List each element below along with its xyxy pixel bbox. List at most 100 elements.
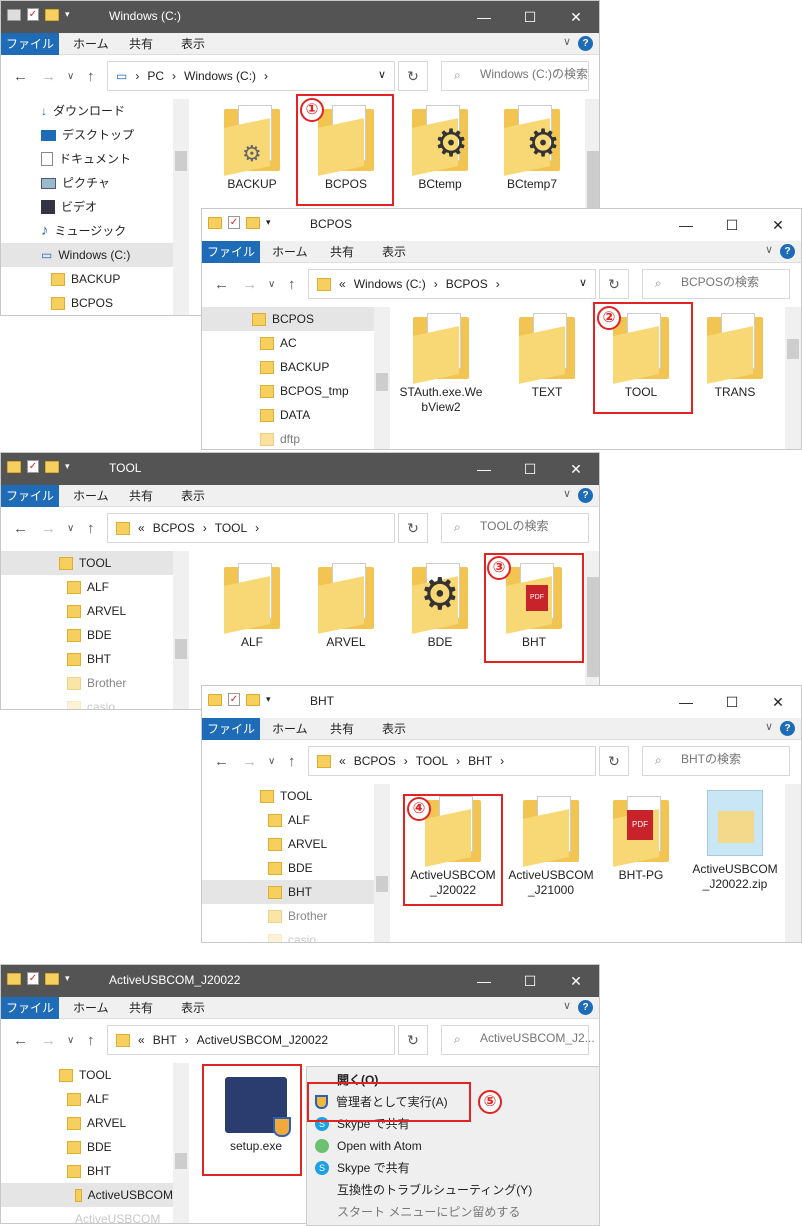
sidebar-item-bht[interactable]: BHT — [67, 1159, 111, 1183]
sidebar-scrollbar[interactable] — [173, 99, 189, 315]
properties-icon[interactable]: ✓ — [228, 216, 240, 229]
content-scrollbar[interactable] — [785, 307, 801, 449]
address-bar[interactable]: «BHT › ActiveUSBCOM_J20022 — [107, 1025, 395, 1055]
breadcrumb[interactable]: BCPOS — [153, 521, 195, 535]
help-icon[interactable]: ? — [578, 1000, 593, 1015]
maximize-button[interactable]: ☐ — [507, 965, 553, 997]
close-button[interactable]: ✕ — [553, 453, 599, 485]
sidebar-scrollbar[interactable] — [374, 784, 390, 942]
chevron-down-icon[interactable]: ▾ — [266, 694, 274, 705]
sidebar-item-activeusbcom[interactable]: ActiveUSBCOM — [1, 1183, 173, 1207]
folder-item-bde[interactable]: ⚙ BDE — [397, 563, 483, 650]
folder-item-bctemp7[interactable]: ⚙ BCtemp7 — [489, 105, 575, 192]
tab-file[interactable]: ファイル — [202, 241, 260, 263]
sidebar-item-dftp[interactable]: dftp — [260, 427, 300, 449]
breadcrumb[interactable]: ActiveUSBCOM_J20022 — [197, 1033, 328, 1047]
tab-share[interactable]: 共有 — [129, 485, 153, 507]
back-arrow-icon[interactable]: ← — [13, 68, 28, 85]
search-input[interactable] — [480, 1031, 599, 1045]
sidebar-item-alf[interactable]: ALF — [67, 1087, 109, 1111]
folder-item-bht-pg[interactable]: PDF BHT-PG — [598, 796, 684, 883]
sidebar-item-bcpos[interactable]: BCPOS — [202, 307, 374, 331]
up-arrow-icon[interactable]: ↑ — [288, 276, 296, 293]
recent-chevron-icon[interactable]: ∨ — [67, 1035, 74, 1046]
sidebar-item-tool[interactable]: TOOL — [59, 1063, 111, 1087]
sidebar-item-tool[interactable]: TOOL — [260, 784, 312, 808]
breadcrumb[interactable]: TOOL — [416, 754, 448, 768]
sidebar-item-data[interactable]: DATA — [260, 403, 310, 427]
sidebar-item-brother[interactable]: Brother — [268, 904, 327, 928]
address-bar[interactable]: ▭ › PC › Windows (C:) › ∨ — [107, 61, 395, 91]
folder-item-stauth[interactable]: STAuth.exe.WebView2 — [398, 313, 484, 415]
close-button[interactable]: ✕ — [755, 686, 801, 718]
sidebar-item-documents[interactable]: ドキュメント — [41, 147, 131, 171]
sidebar-item-desktop[interactable]: デスクトップ — [41, 123, 134, 147]
tab-view[interactable]: 表示 — [382, 718, 406, 740]
forward-arrow-icon[interactable]: → — [41, 68, 56, 85]
recent-chevron-icon[interactable]: ∨ — [268, 279, 275, 290]
minimize-button[interactable]: — — [663, 209, 709, 241]
sidebar-item-windows-c[interactable]: ▭ Windows (C:) — [1, 243, 173, 267]
title-bar[interactable]: ✓ ▾ TOOL — ☐ ✕ — [1, 453, 599, 485]
tab-view[interactable]: 表示 — [382, 241, 406, 263]
title-bar[interactable]: ✓ ▾ BHT — ☐ ✕ — [202, 686, 801, 718]
title-bar[interactable]: ✓ ▾ BCPOS — ☐ ✕ — [202, 209, 801, 241]
up-arrow-icon[interactable]: ↑ — [87, 520, 95, 537]
close-button[interactable]: ✕ — [755, 209, 801, 241]
maximize-button[interactable]: ☐ — [709, 209, 755, 241]
title-bar[interactable]: ✓ ▾ ActiveUSBCOM_J20022 — ☐ ✕ — [1, 965, 599, 997]
sidebar-item-arvel[interactable]: ARVEL — [67, 1111, 126, 1135]
menu-item-pin-start[interactable]: スタート メニューにピン留めする — [337, 1201, 520, 1223]
sidebar-item-downloads[interactable]: ↓ ダウンロード — [41, 99, 125, 123]
search-input[interactable] — [480, 67, 599, 81]
tab-share[interactable]: 共有 — [330, 241, 354, 263]
breadcrumb[interactable]: BCPOS — [446, 277, 488, 291]
sidebar-scrollbar[interactable] — [374, 307, 390, 449]
sidebar-item-arvel[interactable]: ARVEL — [268, 832, 327, 856]
search-input[interactable] — [681, 752, 801, 766]
close-button[interactable]: ✕ — [553, 965, 599, 997]
tab-file[interactable]: ファイル — [1, 997, 59, 1019]
title-bar[interactable]: ✓ ▾ Windows (C:) — ☐ ✕ — [1, 1, 599, 33]
recent-chevron-icon[interactable]: ∨ — [67, 523, 74, 534]
back-arrow-icon[interactable]: ← — [214, 276, 229, 293]
search-box[interactable]: ⌕ — [441, 61, 599, 91]
chevron-down-icon[interactable]: ∨ — [765, 720, 773, 733]
tab-home[interactable]: ホーム — [73, 997, 109, 1019]
help-icon[interactable]: ? — [578, 36, 593, 51]
forward-arrow-icon[interactable]: → — [242, 276, 257, 293]
back-arrow-icon[interactable]: ← — [13, 520, 28, 537]
sidebar-scrollbar[interactable] — [173, 551, 189, 709]
sidebar-item-music[interactable]: ♪ ミュージック — [41, 219, 126, 243]
recent-chevron-icon[interactable]: ∨ — [67, 71, 74, 82]
breadcrumb[interactable]: Windows (C:) — [354, 277, 426, 291]
sidebar-item-videos[interactable]: ビデオ — [41, 195, 97, 219]
search-box[interactable]: ⌕ — [441, 1025, 599, 1055]
tab-view[interactable]: 表示 — [181, 485, 205, 507]
tab-view[interactable]: 表示 — [181, 33, 205, 55]
tab-file[interactable]: ファイル — [1, 33, 59, 55]
refresh-button[interactable]: ↻ — [398, 1025, 428, 1055]
folder-item-arvel[interactable]: ARVEL — [303, 563, 389, 650]
menu-item-skype-share-2[interactable]: S Skype で共有 — [315, 1157, 410, 1179]
chevron-down-icon[interactable]: ▾ — [65, 9, 73, 20]
search-box[interactable]: ⌕ — [642, 746, 801, 776]
sidebar-item-bcpos[interactable]: BCPOS — [51, 291, 113, 315]
tab-file[interactable]: ファイル — [202, 718, 260, 740]
folder-item-backup[interactable]: ⚙ BACKUP — [209, 105, 295, 192]
folder-item-trans[interactable]: TRANS — [692, 313, 778, 400]
tab-share[interactable]: 共有 — [330, 718, 354, 740]
sidebar-item-alf[interactable]: ALF — [268, 808, 310, 832]
sidebar-item-arvel[interactable]: ARVEL — [67, 599, 126, 623]
minimize-button[interactable]: — — [461, 965, 507, 997]
folder-item-bctemp[interactable]: ⚙ BCtemp — [397, 105, 483, 192]
refresh-button[interactable]: ↻ — [398, 513, 428, 543]
search-box[interactable]: ⌕ — [441, 513, 599, 543]
forward-arrow-icon[interactable]: → — [242, 753, 257, 770]
up-arrow-icon[interactable]: ↑ — [288, 753, 296, 770]
forward-arrow-icon[interactable]: → — [41, 1032, 56, 1049]
recent-chevron-icon[interactable]: ∨ — [268, 756, 275, 767]
properties-icon[interactable]: ✓ — [27, 8, 39, 21]
search-box[interactable]: ⌕ — [642, 269, 801, 299]
tab-home[interactable]: ホーム — [272, 718, 308, 740]
